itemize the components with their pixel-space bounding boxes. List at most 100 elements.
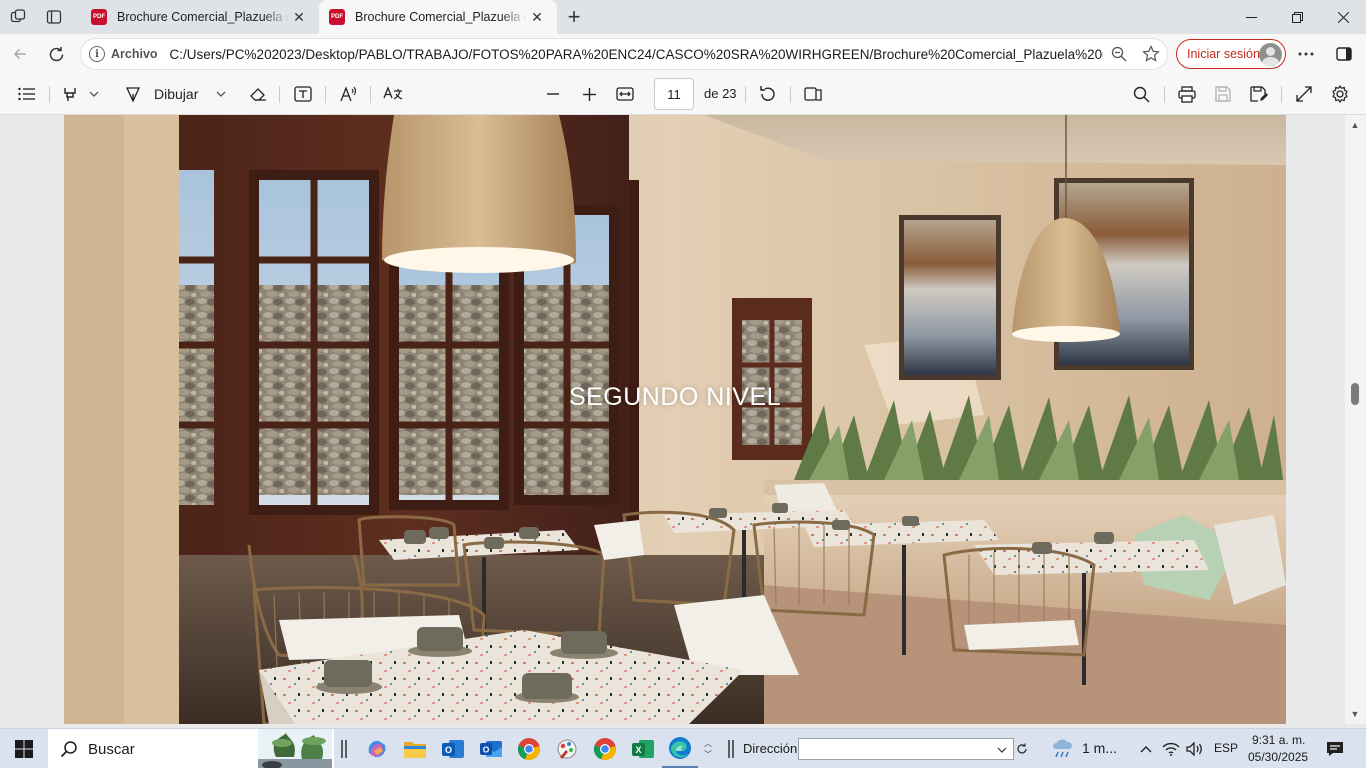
zoom-icon[interactable] [1103,40,1135,68]
read-aloud-icon[interactable] [335,79,361,109]
restore-button[interactable] [1274,0,1320,34]
search-icon [60,741,77,758]
search-label: Buscar [88,740,135,758]
scroll-up-arrow-icon[interactable]: ▲ [1349,119,1361,131]
text-box-icon[interactable] [290,79,316,109]
print-icon[interactable] [1174,79,1200,109]
sign-in-button[interactable]: Iniciar sesión [1176,39,1286,69]
address-bar[interactable]: i Archivo C:/Users/PC%202023/Desktop/PAB… [80,38,1168,70]
pdf-page: SEGUNDO NIVEL [64,115,1286,724]
chevron-down-icon[interactable] [213,79,229,109]
page-overlay-title: SEGUNDO NIVEL [568,383,782,411]
new-tab-button[interactable]: + [557,0,591,34]
toolbar-divider [790,86,791,103]
fullscreen-icon[interactable] [1291,79,1317,109]
paint-app-icon[interactable] [550,729,584,768]
zoom-in-button[interactable] [576,79,602,109]
windows-logo-icon [15,740,33,758]
close-icon[interactable]: ✕ [527,7,547,27]
taskbar-search[interactable]: Buscar [48,729,334,768]
svg-text:O: O [483,745,490,755]
page-view-icon[interactable] [800,79,826,109]
close-icon[interactable]: ✕ [289,7,309,27]
pdf-file-icon: PDF [329,9,345,25]
chevron-down-icon[interactable] [997,747,1007,753]
refresh-button[interactable] [38,38,74,70]
draw-pen-icon [125,87,141,103]
translate-icon[interactable] [380,79,406,109]
notifications-icon[interactable] [1322,729,1348,768]
tab-brochure-2[interactable]: PDF Brochure Comercial_Plazuela de A ✕ [319,0,557,34]
page-number-input[interactable]: 11 [654,78,694,110]
input-language[interactable]: ESP [1214,741,1238,755]
tab-actions-icon[interactable] [36,0,72,34]
eraser-icon[interactable] [246,79,270,109]
favorite-star-icon[interactable] [1135,40,1167,68]
svg-text:X: X [635,745,641,755]
toolbar-grip-icon [726,729,736,768]
sidebar-toggle-icon[interactable] [1326,38,1362,70]
scroll-down-arrow-icon[interactable]: ▼ [1349,708,1361,720]
close-window-button[interactable] [1320,0,1366,34]
vertical-scrollbar[interactable]: ▲ ▼ [1345,115,1366,724]
pdf-file-icon: PDF [91,9,107,25]
toolbar-divider [49,86,50,103]
search-icon[interactable] [1128,79,1154,109]
minimize-button[interactable] [1228,0,1274,34]
site-info-chip[interactable]: i Archivo [89,46,170,62]
tab-strip: PDF Brochure Comercial_Plazuela de A ✕ P… [0,0,1366,34]
fit-to-width-icon[interactable] [612,79,638,109]
wifi-icon[interactable] [1160,729,1182,768]
draw-label: Dibujar [154,86,199,102]
page-total-label: de 23 [704,86,737,101]
pdf-toolbar: Dibujar 11 de 23 [0,74,1366,115]
outlook-icon[interactable]: O [436,729,470,768]
chrome-profile-icon[interactable] [588,729,622,768]
clock-date[interactable]: 05/30/2025 [1248,750,1308,764]
scrollbar-thumb[interactable] [1351,383,1359,405]
url-text[interactable]: C:/Users/PC%202023/Desktop/PABLO/TRABAJO… [170,47,1103,62]
chevron-down-icon[interactable] [86,79,102,109]
more-options-icon[interactable] [1288,38,1324,70]
file-explorer-icon[interactable] [398,729,432,768]
zoom-out-button[interactable] [540,79,566,109]
tab-brochure-1[interactable]: PDF Brochure Comercial_Plazuela de A ✕ [81,0,319,34]
toolbar-divider [1164,86,1165,103]
highlight-icon[interactable] [58,79,82,109]
site-info-label: Archivo [111,47,158,61]
settings-gear-icon[interactable] [1327,79,1353,109]
save-icon[interactable] [1210,79,1236,109]
volume-icon[interactable] [1184,729,1206,768]
toolbar-divider [279,86,280,103]
back-button[interactable] [2,38,38,70]
edge-icon[interactable] [662,729,698,768]
excel-icon[interactable]: X [626,729,660,768]
task-view-divider-icon [338,729,350,768]
tab-title: Brochure Comercial_Plazuela de A [117,10,289,24]
chrome-icon[interactable] [512,729,546,768]
windows-taskbar: Buscar O O X ︿ ﹀ Dirección 1 m... ESP 9:… [0,728,1366,768]
avatar [1259,43,1282,66]
show-hidden-icons-chevron-icon[interactable] [1136,729,1156,768]
contents-list-icon[interactable] [14,79,40,109]
weather-rain-icon[interactable] [1048,729,1078,768]
svg-text:O: O [445,745,452,755]
toolbar-divider [745,86,746,103]
draw-button[interactable]: Dibujar [124,79,208,109]
tab-title: Brochure Comercial_Plazuela de A [355,10,527,24]
workspaces-icon[interactable] [0,0,36,34]
sign-in-label: Iniciar sesión [1187,47,1260,61]
start-button[interactable] [0,729,48,768]
address-toolbar-input[interactable] [798,738,1014,760]
window-controls [1228,0,1366,34]
rotate-icon[interactable] [755,79,781,109]
pdf-viewer[interactable]: SEGUNDO NIVEL [0,115,1366,724]
address-go-refresh-icon[interactable] [1014,729,1030,768]
weather-text[interactable]: 1 m... [1082,740,1117,756]
toolbar-divider [325,86,326,103]
save-as-icon[interactable] [1246,79,1272,109]
copilot-icon[interactable] [360,729,394,768]
clock-time[interactable]: 9:31 a. m. [1252,733,1305,747]
taskbar-overflow-chevron-icon[interactable]: ︿ ﹀ [700,729,716,768]
outlook-new-icon[interactable]: O [474,729,508,768]
